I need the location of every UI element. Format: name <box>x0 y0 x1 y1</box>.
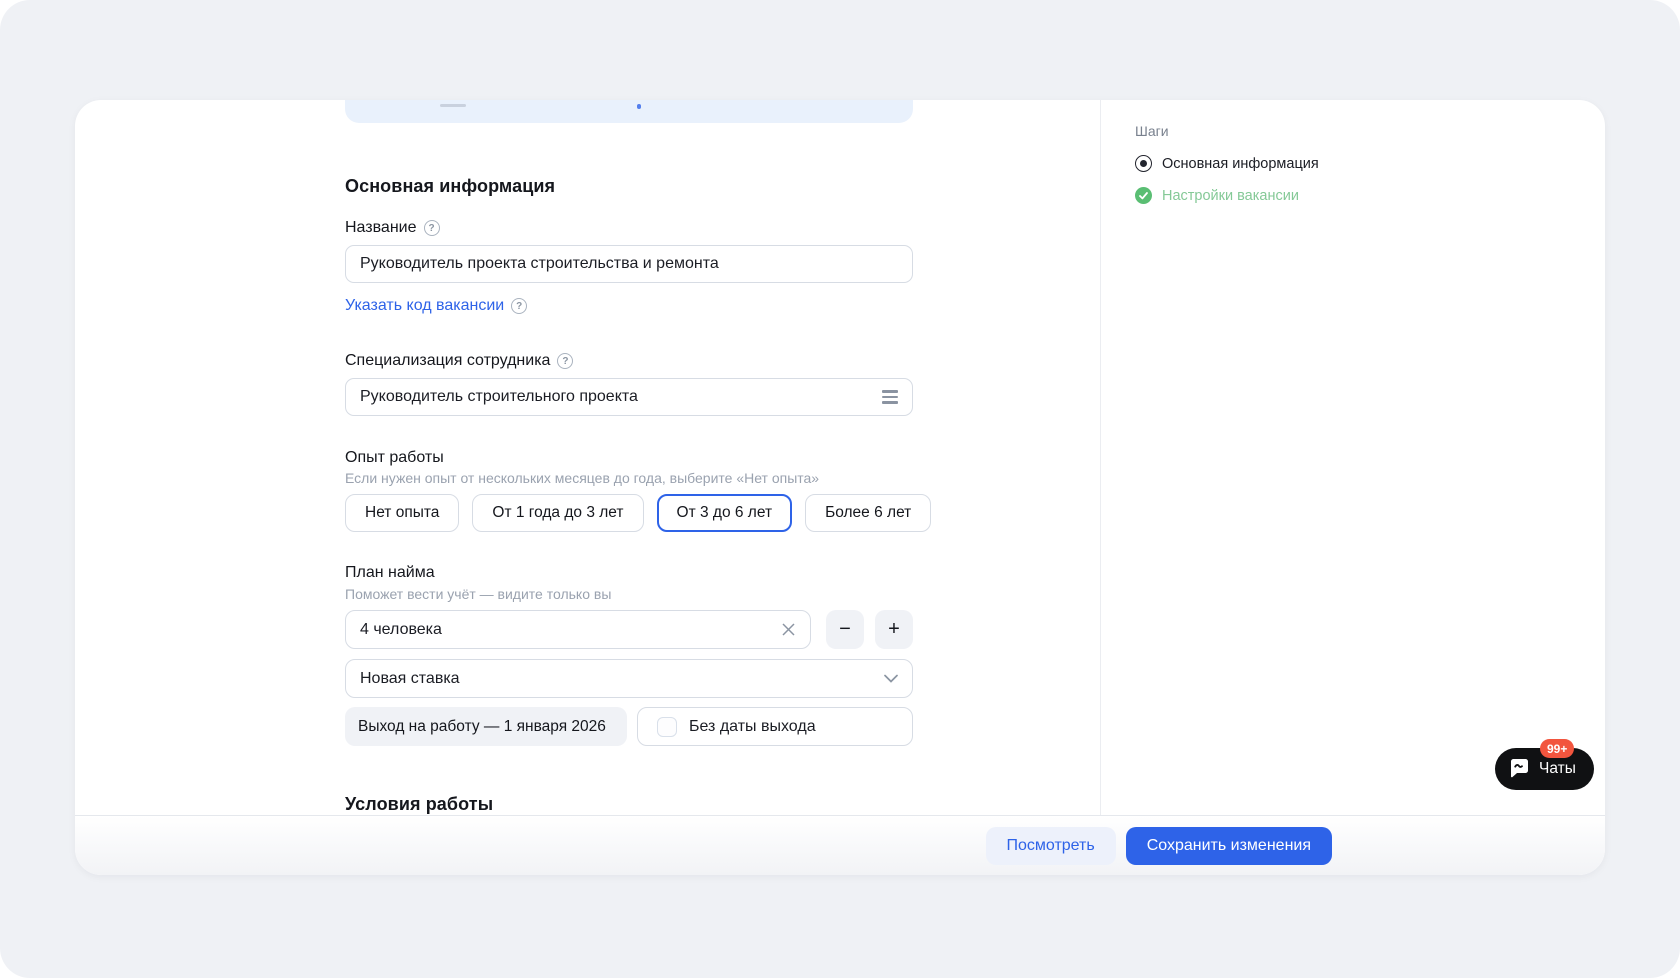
chat-bubble-icon <box>1508 758 1531 780</box>
rate-select[interactable]: Новая ставка <box>345 659 913 698</box>
name-label-text: Название <box>345 219 417 237</box>
radio-selected-icon <box>1135 155 1152 172</box>
experience-option-1-3-years[interactable]: От 1 года до 3 лет <box>472 494 643 532</box>
step-label: Основная информация <box>1162 156 1319 172</box>
specialization-label-text: Специализация сотрудника <box>345 352 550 370</box>
specialization-field-label: Специализация сотрудника ? <box>345 352 573 370</box>
no-exit-date-label: Без даты выхода <box>689 718 816 736</box>
section-title-main-info: Основная информация <box>345 176 555 197</box>
section-title-work-conditions: Условия работы <box>345 794 493 815</box>
check-circle-icon <box>1135 187 1152 204</box>
chats-button-label: Чаты <box>1539 760 1576 778</box>
no-exit-date-checkbox[interactable] <box>657 717 677 737</box>
banner-clipped-text-fragment <box>440 104 466 107</box>
info-banner-clipped <box>345 100 913 123</box>
hiring-plan-field-label: План найма <box>345 564 435 582</box>
help-icon[interactable]: ? <box>424 220 440 236</box>
save-changes-button[interactable]: Сохранить изменения <box>1126 827 1332 865</box>
experience-options: Нет опыта От 1 года до 3 лет От 3 до 6 л… <box>345 494 913 532</box>
specialization-input[interactable]: Руководитель строительного проекта <box>345 378 913 416</box>
decrement-button[interactable]: − <box>826 610 864 649</box>
footer-actions: Посмотреть Сохранить изменения <box>986 827 1333 865</box>
list-menu-icon[interactable] <box>882 390 898 404</box>
experience-field-label: Опыт работы <box>345 449 444 467</box>
vacancy-code-link[interactable]: Указать код вакансии <box>345 297 504 315</box>
experience-label-text: Опыт работы <box>345 449 444 467</box>
hiring-plan-value: 4 человека <box>360 621 781 639</box>
specialization-value: Руководитель строительного проекта <box>360 388 882 406</box>
experience-hint: Если нужен опыт от нескольких месяцев до… <box>345 470 819 486</box>
rate-select-value: Новая ставка <box>360 670 884 688</box>
start-date-value: Выход на работу — 1 января 2026 <box>358 718 606 736</box>
step-label: Настройки вакансии <box>1162 188 1299 204</box>
preview-button[interactable]: Посмотреть <box>986 827 1116 865</box>
no-exit-date-field[interactable]: Без даты выхода <box>637 707 913 746</box>
steps-sidebar: Шаги Основная информация Настройки вакан… <box>1135 123 1319 219</box>
footer-action-bar: Посмотреть Сохранить изменения <box>75 815 1605 875</box>
hiring-plan-input[interactable]: 4 человека <box>345 610 811 649</box>
chat-widget: Чаты 99+ <box>1495 748 1594 790</box>
name-field-label: Название ? <box>345 219 440 237</box>
step-main-info[interactable]: Основная информация <box>1135 155 1319 172</box>
start-date-chip[interactable]: Выход на работу — 1 января 2026 <box>345 707 627 746</box>
increment-button[interactable]: + <box>875 610 913 649</box>
hiring-plan-hint: Поможет вести учёт — видите только вы <box>345 586 611 602</box>
chat-unread-badge: 99+ <box>1540 739 1574 758</box>
help-icon[interactable]: ? <box>557 353 573 369</box>
start-date-row: Выход на работу — 1 января 2026 Без даты… <box>345 707 913 746</box>
vacancy-edit-card: Основная информация Название ? Указать к… <box>75 100 1605 875</box>
experience-option-3-6-years[interactable]: От 3 до 6 лет <box>657 494 793 532</box>
hiring-plan-row: 4 человека − + <box>345 610 913 649</box>
chevron-down-icon <box>884 674 898 683</box>
app-screen: Основная информация Название ? Указать к… <box>0 0 1680 978</box>
content-divider <box>1100 100 1101 815</box>
clear-icon[interactable] <box>781 622 796 637</box>
hiring-plan-label-text: План найма <box>345 564 435 582</box>
steps-title: Шаги <box>1135 123 1319 139</box>
experience-option-6-plus-years[interactable]: Более 6 лет <box>805 494 931 532</box>
experience-option-no-experience[interactable]: Нет опыта <box>345 494 459 532</box>
vacancy-name-input[interactable] <box>345 245 913 283</box>
vacancy-code-link-row: Указать код вакансии ? <box>345 297 527 315</box>
step-vacancy-settings[interactable]: Настройки вакансии <box>1135 187 1319 204</box>
help-icon[interactable]: ? <box>511 298 527 314</box>
banner-clipped-link-fragment <box>637 104 641 109</box>
